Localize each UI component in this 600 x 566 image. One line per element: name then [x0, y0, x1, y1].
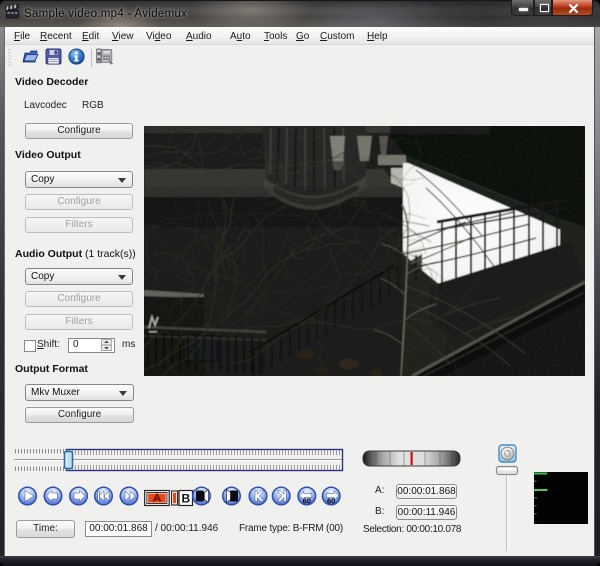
svg-text:60: 60 [303, 497, 311, 506]
svg-text:60: 60 [327, 497, 335, 506]
svg-text:B: B [181, 492, 190, 506]
